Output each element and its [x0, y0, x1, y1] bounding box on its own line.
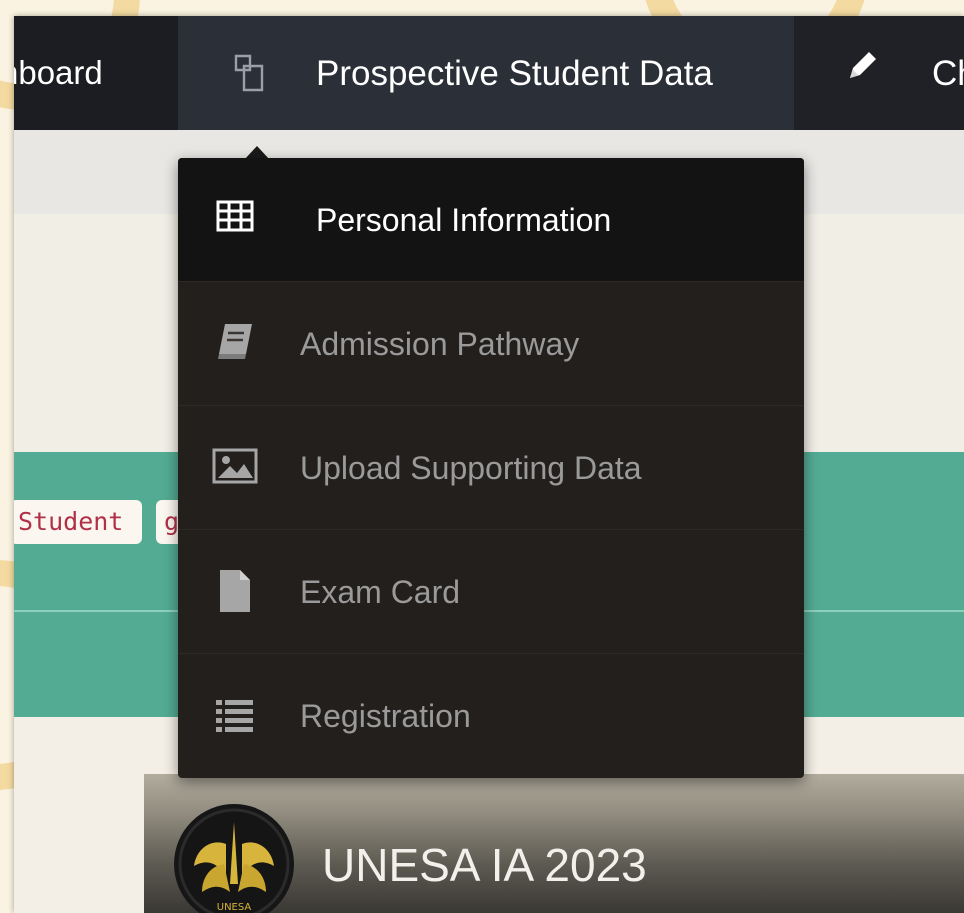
breadcrumb-code-student: Student	[14, 500, 142, 544]
browser-viewport: nboard Prospective Student Data Ch Stude…	[14, 16, 964, 913]
file-icon	[220, 570, 250, 612]
copy-icon	[234, 54, 264, 92]
unesa-logo-text: UNESA	[217, 902, 252, 913]
nav-item-dashboard-label: nboard	[14, 54, 103, 91]
nav-item-prospective-student-data[interactable]: Prospective Student Data	[178, 16, 794, 130]
brand-title: UNESA IA 2023	[322, 839, 647, 891]
list-icon	[216, 700, 253, 732]
menu-item-label: Exam Card	[300, 574, 461, 610]
unesa-logo: UNESA	[174, 804, 294, 913]
book-icon	[218, 324, 252, 359]
nav-item-prospective-label: Prospective Student Data	[316, 54, 713, 93]
nav-item-dashboard[interactable]: nboard	[14, 16, 178, 130]
brand-banner: UNESA UNESA IA 2023	[144, 774, 964, 913]
menu-item-exam-card[interactable]: Exam Card	[178, 530, 804, 654]
menu-item-upload-supporting-data[interactable]: Upload Supporting Data	[178, 406, 804, 530]
nav-item-change[interactable]: Ch	[794, 16, 964, 130]
menu-item-registration[interactable]: Registration	[178, 654, 804, 778]
menu-item-admission-pathway[interactable]: Admission Pathway	[178, 282, 804, 406]
pencil-icon	[850, 52, 876, 78]
menu-item-label: Upload Supporting Data	[300, 450, 642, 486]
prospective-student-dropdown: Personal Information Admission Pathway U…	[178, 158, 804, 778]
image-icon	[212, 448, 258, 484]
unesa-emblem-icon: UNESA	[178, 808, 290, 913]
menu-item-label: Personal Information	[316, 202, 612, 238]
top-navbar: nboard Prospective Student Data Ch	[14, 16, 964, 130]
table-grid-icon	[216, 200, 254, 232]
nav-item-change-label: Ch	[932, 54, 964, 93]
menu-item-personal-information[interactable]: Personal Information	[178, 158, 804, 282]
menu-item-label: Registration	[300, 698, 471, 734]
menu-item-label: Admission Pathway	[300, 326, 580, 362]
